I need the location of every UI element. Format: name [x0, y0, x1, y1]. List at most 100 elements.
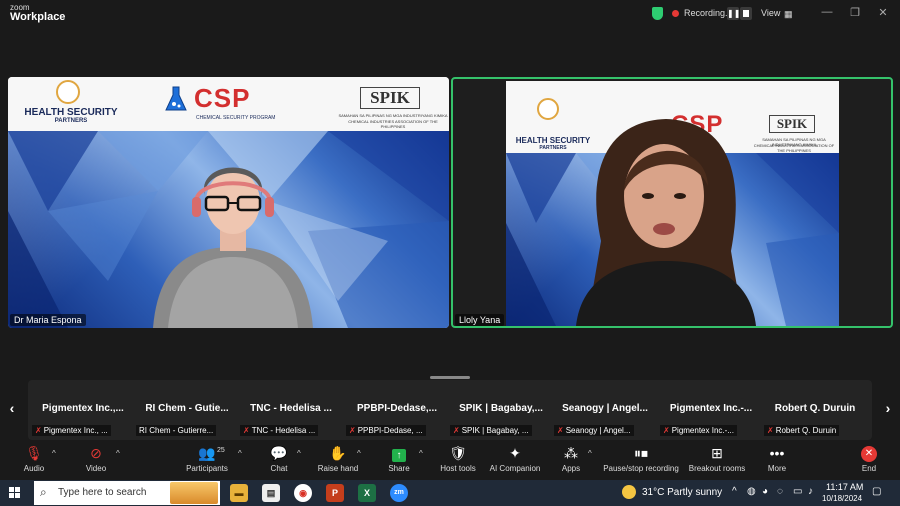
chat-icon: 💬 — [270, 445, 288, 461]
chevron-up-icon[interactable]: ^ — [732, 486, 737, 497]
apps-icon: ⁂ — [564, 445, 578, 461]
participant-thumb[interactable]: RI Chem - Gutie... RI Chem - Gutierre... — [132, 380, 242, 440]
chevron-up-icon[interactable]: ^ — [116, 449, 120, 458]
chevron-up-icon[interactable]: ^ — [297, 449, 301, 458]
ai-companion-button[interactable]: ✦ AI Companion — [488, 444, 542, 473]
search-icon: ⌕ — [40, 485, 47, 499]
participant-thumb-label: ✗ Seanogy | Angel... — [554, 425, 634, 436]
participant-video-lloly — [576, 119, 756, 326]
chat-button[interactable]: 💬 Chat — [266, 444, 292, 473]
participant-thumb-name: Seanogy | Angel... — [562, 403, 648, 414]
chat-label: Chat — [270, 464, 288, 473]
excel-icon[interactable]: X — [358, 484, 376, 502]
participant-thumb[interactable]: PPBPI-Dedase,... ✗ PPBPI-Dedase, ... — [342, 380, 452, 440]
breakout-rooms-button[interactable]: ⊞ Breakout rooms — [688, 444, 746, 473]
chevron-up-icon[interactable]: ^ — [238, 449, 242, 458]
share-label: Share — [388, 464, 410, 473]
file-explorer-icon[interactable]: ▬ — [230, 484, 248, 502]
resize-handle[interactable] — [430, 376, 470, 379]
participant-thumb[interactable]: Pigmentex Inc.-... ✗ Pigmentex Inc.-... — [656, 380, 766, 440]
participant-thumb-name: SPIK | Bagabay,... — [459, 403, 543, 414]
camera-off-icon: ⊘ — [90, 445, 102, 461]
minimize-icon[interactable]: — — [820, 6, 834, 18]
chevron-up-icon[interactable]: ^ — [357, 449, 361, 458]
share-button[interactable]: ↑ Share — [386, 444, 412, 473]
hsp-logo-text: HEALTH SECURITY — [24, 107, 118, 118]
csp-logo-subtext: CHEMICAL SECURITY PROGRAM — [196, 115, 276, 121]
powerpoint-icon[interactable]: P — [326, 484, 344, 502]
video-tile-lloly[interactable]: HEALTH SECURITY PARTNERS CSP SPIK SAMAHA… — [451, 77, 893, 328]
participant-name-tag: Dr Maria Espona — [10, 314, 86, 326]
chevron-left-icon[interactable]: ‹ — [4, 400, 20, 416]
weather-icon — [622, 485, 636, 499]
recording-pause-button[interactable]: ❚❚ — [727, 7, 740, 20]
chevron-up-icon[interactable]: ^ — [52, 449, 56, 458]
shield-icon[interactable] — [652, 7, 663, 20]
end-button[interactable]: ✕ End — [858, 444, 880, 473]
host-tools-label: Host tools — [440, 464, 476, 473]
participant-thumb[interactable]: Pigmentex Inc.,... ✗ Pigmentex Inc., ... — [28, 380, 138, 440]
grid-icon[interactable]: ▦ — [784, 9, 793, 20]
view-button[interactable]: View — [761, 8, 780, 18]
participant-thumb-label: ✗ PPBPI-Dedase, ... — [346, 425, 426, 436]
app-brand-name: Workplace — [10, 11, 66, 23]
close-icon[interactable]: ✕ — [876, 6, 890, 19]
search-highlight-image — [170, 482, 218, 504]
windows-start-icon[interactable] — [9, 487, 21, 499]
apps-button[interactable]: ⁂ Apps — [560, 444, 582, 473]
host-tools-button[interactable]: 🛡 Host tools — [438, 444, 478, 473]
mic-muted-icon: ✗ — [35, 426, 42, 435]
mic-muted-icon: ✗ — [243, 426, 250, 435]
more-button[interactable]: ••• More — [764, 444, 790, 473]
share-icon: ↑ — [386, 444, 412, 462]
hsp-logo-subtext: PARTNERS — [54, 118, 88, 124]
battery-icon[interactable]: ▭ — [793, 486, 802, 497]
participant-thumb-label: ✗ Pigmentex Inc., ... — [32, 425, 111, 436]
participant-thumb[interactable]: Robert Q. Duruin ✗ Robert Q. Duruin — [760, 380, 870, 440]
mic-muted-icon: 🎙 — [25, 445, 43, 461]
recording-stop-button[interactable] — [740, 7, 752, 20]
weather-text[interactable]: 31°C Partly sunny — [642, 487, 722, 498]
chevron-up-icon[interactable]: ^ — [419, 449, 423, 458]
search-placeholder[interactable]: Type here to search — [58, 487, 146, 498]
maximize-icon[interactable]: ❐ — [848, 6, 862, 19]
zoom-icon[interactable]: zm — [390, 484, 408, 502]
end-label: End — [861, 464, 877, 473]
end-call-icon: ✕ — [861, 446, 877, 462]
pause-stop-label: Pause/stop recording — [603, 464, 679, 473]
apps-label: Apps — [561, 464, 581, 473]
participants-count: 25 — [217, 447, 225, 454]
tray-app-icon[interactable]: ◍ — [747, 486, 756, 497]
participant-video-maria — [153, 167, 313, 328]
speaker-icon[interactable]: ♪ — [808, 486, 813, 497]
participant-thumb-label: ✗ SPIK | Bagabay, ... — [450, 425, 532, 436]
pause-stop-recording-button[interactable]: ⏸⏹ Pause/stop recording — [602, 444, 680, 473]
recording-dot-icon — [672, 10, 679, 17]
raise-hand-label: Raise hand — [317, 464, 359, 473]
tray-app-icon[interactable]: ◌ — [777, 486, 783, 497]
chevron-up-icon[interactable]: ^ — [588, 449, 592, 458]
breakout-label: Breakout rooms — [688, 464, 746, 473]
clock-date[interactable]: 10/18/2024 — [822, 494, 862, 503]
video-button[interactable]: ⊘ Video — [80, 444, 112, 473]
participant-thumb-name: RI Chem - Gutie... — [145, 403, 229, 414]
raise-hand-button[interactable]: ✋ Raise hand — [316, 444, 360, 473]
participant-thumb[interactable]: Seanogy | Angel... ✗ Seanogy | Angel... — [550, 380, 660, 440]
chrome-icon[interactable]: ◉ — [294, 484, 312, 502]
csp-logo-text: CSP — [194, 83, 251, 113]
tray-app-icon[interactable]: ◕ — [762, 486, 768, 497]
notification-icon[interactable]: ▢ — [872, 486, 881, 497]
clock-time[interactable]: 11:17 AM — [826, 482, 863, 492]
video-tile-maria[interactable]: HEALTH SECURITY PARTNERS CSP CHEMICAL SE… — [8, 77, 449, 328]
spik-subtext-1: SAMAHAN SA PILIPINAS NG MGA INDUSTRIYANG… — [338, 113, 448, 118]
spik-subtext-2: CHEMICAL INDUSTRIES ASSOCIATION OF THE P… — [348, 119, 438, 129]
pause-stop-icon: ⏸⏹ — [634, 445, 648, 461]
participant-name-tag: Lloly Yana — [455, 314, 505, 326]
participant-thumb[interactable]: TNC - Hedelisa ... ✗ TNC - Hedelisa ... — [236, 380, 346, 440]
audio-button[interactable]: 🎙 Audio — [18, 444, 50, 473]
notes-icon[interactable]: ▤ — [262, 484, 280, 502]
participant-thumb[interactable]: SPIK | Bagabay,... ✗ SPIK | Bagabay, ... — [446, 380, 556, 440]
more-label: More — [767, 464, 787, 473]
chevron-right-icon[interactable]: › — [880, 400, 896, 416]
participant-thumb-name: TNC - Hedelisa ... — [250, 403, 332, 414]
